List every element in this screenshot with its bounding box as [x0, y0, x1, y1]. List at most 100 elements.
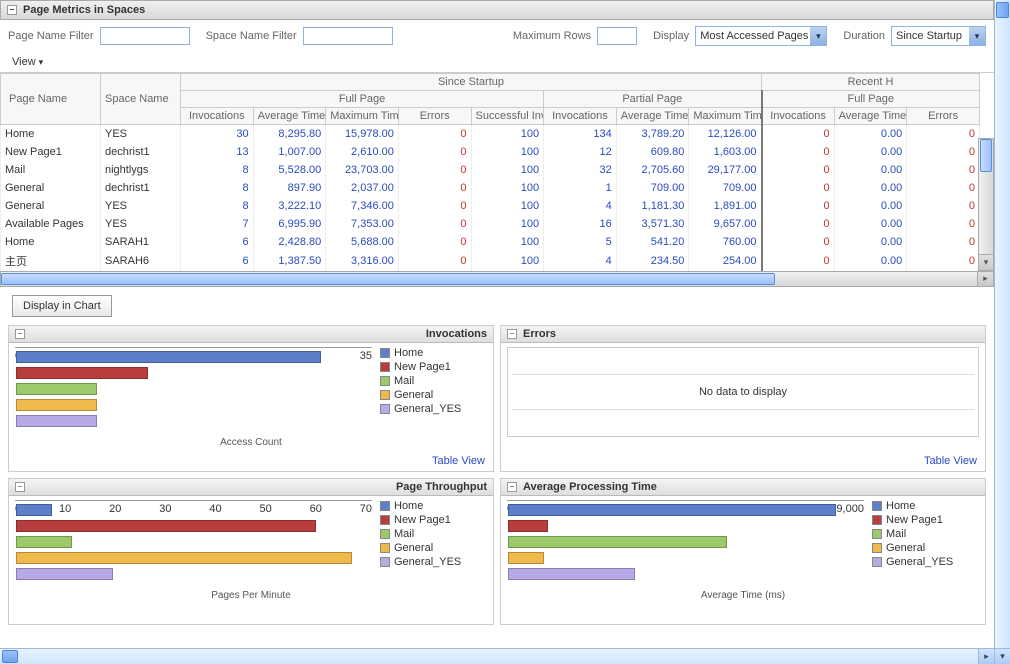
legend-item: General: [872, 542, 979, 554]
chart-bar: [16, 399, 97, 411]
col-space-name[interactable]: Space Name: [101, 74, 181, 125]
chart-bar: [16, 415, 97, 427]
col-invocations-1[interactable]: Invocations: [181, 108, 254, 125]
collapse-icon[interactable]: −: [15, 329, 25, 339]
sub-full-page-1: Full Page: [181, 91, 544, 108]
scroll-down-icon[interactable]: ▾: [995, 648, 1010, 664]
table-row[interactable]: Mailnightlygs85,528.0023,703.000100322,7…: [1, 161, 980, 179]
chart-title: Invocations: [426, 328, 487, 340]
chart-title: Page Throughput: [396, 481, 487, 493]
filter-bar: Page Name Filter Space Name Filter Maxim…: [0, 20, 994, 52]
chart-bar: [16, 383, 97, 395]
col-max-time-2[interactable]: Maximum Time (ms): [689, 108, 762, 125]
max-rows-label: Maximum Rows: [513, 30, 591, 42]
col-succ-pct[interactable]: Successful Invocations (%): [471, 108, 544, 125]
space-name-filter-label: Space Name Filter: [206, 30, 297, 42]
chart-bar: [508, 504, 836, 516]
sub-full-page-2: Full Page: [762, 91, 980, 108]
collapse-icon[interactable]: −: [507, 482, 517, 492]
table-horizontal-scrollbar[interactable]: ▸: [0, 271, 994, 287]
table-vertical-scrollbar[interactable]: ▾: [978, 138, 994, 271]
page-name-filter-input[interactable]: [100, 27, 190, 45]
col-avg-time-1[interactable]: Average Time (ms): [253, 108, 326, 125]
legend-item: New Page1: [872, 514, 979, 526]
view-menu[interactable]: View ▾: [12, 56, 43, 68]
chart-bar: [508, 568, 635, 580]
table-view-link[interactable]: Table View: [924, 455, 977, 467]
col-invocations-2[interactable]: Invocations: [544, 108, 617, 125]
legend-item: Home: [380, 347, 487, 359]
page-vertical-scrollbar[interactable]: ▾: [994, 0, 1010, 664]
legend-item: New Page1: [380, 514, 487, 526]
invocations-chart-panel: − Invocations 05101520253035HomeNew Page…: [8, 325, 494, 472]
scrollbar-thumb[interactable]: [980, 139, 992, 172]
collapse-icon[interactable]: −: [507, 329, 517, 339]
chart-bar: [508, 536, 727, 548]
no-data-message: No data to display: [507, 347, 979, 437]
legend-item: General_YES: [380, 556, 487, 568]
scrollbar-thumb[interactable]: [2, 650, 18, 663]
table-row[interactable]: New Page1dechrist1131,007.002,610.000100…: [1, 143, 980, 161]
scroll-right-icon[interactable]: ▸: [977, 272, 993, 286]
chart-bar: [16, 367, 148, 379]
space-name-filter-input[interactable]: [303, 27, 393, 45]
legend-item: General_YES: [380, 403, 487, 415]
errors-chart-panel: − Errors No data to display Table View: [500, 325, 986, 472]
legend-item: Mail: [380, 375, 487, 387]
chart-bar: [16, 568, 113, 580]
chart-title: Average Processing Time: [523, 481, 657, 493]
axis-label: Pages Per Minute: [15, 590, 487, 605]
chart-bar: [16, 552, 352, 564]
chevron-down-icon: ▾: [39, 57, 44, 68]
sub-partial-page: Partial Page: [544, 91, 762, 108]
group-recent: Recent H: [762, 74, 980, 91]
duration-dropdown[interactable]: Since Startup ▾: [891, 26, 986, 46]
chart-bar: [508, 552, 544, 564]
page-horizontal-scrollbar[interactable]: ▸: [0, 648, 994, 664]
chart-bar: [16, 351, 321, 363]
chevron-down-icon: ▾: [810, 27, 826, 45]
chart-title: Errors: [523, 328, 556, 340]
metrics-table-container: Page Name Space Name Since Startup Recen…: [0, 72, 994, 287]
collapse-icon[interactable]: −: [7, 5, 17, 15]
display-dropdown[interactable]: Most Accessed Pages ▾: [695, 26, 827, 46]
throughput-chart-panel: − Page Throughput 010203040506070HomeNew…: [8, 478, 494, 625]
scrollbar-thumb[interactable]: [996, 2, 1009, 18]
col-errors-2[interactable]: Errors: [907, 108, 980, 125]
axis-label: Average Time (ms): [507, 590, 979, 605]
legend-item: New Page1: [380, 361, 487, 373]
group-since-startup: Since Startup: [181, 74, 762, 91]
col-invocations-3[interactable]: Invocations: [762, 108, 835, 125]
table-row[interactable]: GeneralYES83,222.107,346.00010041,181.30…: [1, 197, 980, 215]
table-row[interactable]: Generaldechrist18897.902,037.0001001709.…: [1, 179, 980, 197]
legend-item: General: [380, 542, 487, 554]
duration-label: Duration: [843, 30, 885, 42]
table-view-link[interactable]: Table View: [432, 455, 485, 467]
scroll-down-icon[interactable]: ▾: [979, 254, 993, 270]
axis-label: Access Count: [15, 437, 487, 452]
col-avg-time-2[interactable]: Average Time (ms): [616, 108, 689, 125]
duration-dropdown-value: Since Startup: [896, 30, 962, 42]
chart-bar: [16, 520, 316, 532]
chart-bar: [16, 504, 52, 516]
display-dropdown-value: Most Accessed Pages: [700, 30, 808, 42]
table-row[interactable]: Available PagesYES76,995.907,353.0001001…: [1, 215, 980, 233]
col-page-name[interactable]: Page Name: [1, 74, 101, 125]
scroll-right-icon[interactable]: ▸: [978, 649, 994, 664]
table-row[interactable]: 主页SARAH661,387.503,316.0001004234.50254.…: [1, 251, 980, 271]
table-row[interactable]: HomeYES308,295.8015,978.0001001343,789.2…: [1, 125, 980, 143]
metrics-table[interactable]: Page Name Space Name Since Startup Recen…: [0, 73, 980, 271]
max-rows-input[interactable]: [597, 27, 637, 45]
legend-item: General_YES: [872, 556, 979, 568]
col-avg-time-3[interactable]: Average Time (ms): [834, 108, 907, 125]
display-label: Display: [653, 30, 689, 42]
scrollbar-thumb[interactable]: [1, 273, 775, 285]
col-max-time-1[interactable]: Maximum Time (ms): [326, 108, 399, 125]
display-in-chart-button[interactable]: Display in Chart: [12, 295, 112, 317]
legend-item: General: [380, 389, 487, 401]
legend-item: Home: [380, 500, 487, 512]
legend-item: Mail: [380, 528, 487, 540]
col-errors-1[interactable]: Errors: [398, 108, 471, 125]
table-row[interactable]: HomeSARAH162,428.805,688.0001005541.2076…: [1, 233, 980, 251]
collapse-icon[interactable]: −: [15, 482, 25, 492]
